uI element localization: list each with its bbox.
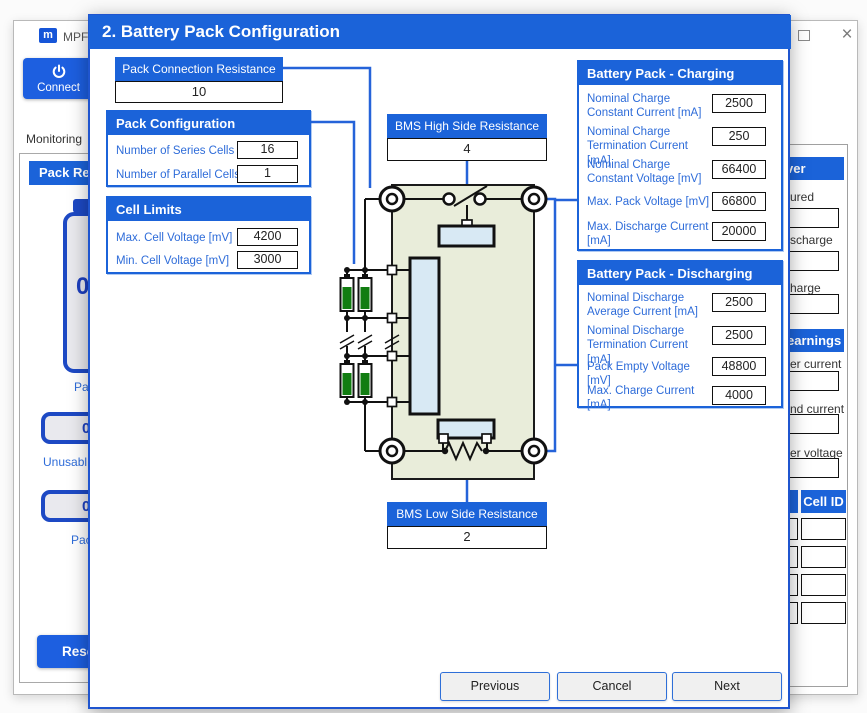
right-label-4: er current [790,357,841,371]
connect-label: Connect [37,82,80,94]
cell-table-cell[interactable] [801,574,846,596]
bms-high-side-label: BMS High Side Resistance [mΩ] [387,114,547,138]
pack-empty-voltage-input[interactable]: 48800 [712,357,766,376]
right-input-6[interactable] [786,458,839,478]
right-input-1[interactable] [786,208,839,228]
nominal-discharge-termination-current-input[interactable]: 2500 [712,326,766,345]
max-pack-voltage-label: Max. Pack Voltage [mV] [587,195,711,209]
switch-contact [475,194,486,205]
series-cells-input[interactable]: 16 [237,141,298,159]
max-discharge-current-label: Max. Discharge Current [mA] [587,220,711,249]
switch-nub [462,220,472,226]
battery-pack-config-dialog: 2. Battery Pack Configuration [88,14,790,709]
high-side-fet-block [439,226,494,246]
max-cell-voltage-input[interactable]: 4200 [237,228,298,246]
shunt-resistor [445,443,482,459]
cell-table-cell[interactable] [801,518,846,540]
pack-configuration-header: Pack Configuration [108,112,309,135]
right-label-3: harge [790,281,821,295]
tab-monitoring[interactable]: Monitoring [26,132,82,146]
charging-header: Battery Pack - Charging [579,62,781,85]
next-button[interactable]: Next [672,672,782,701]
cell-limits-panel: Cell Limits Max. Cell Voltage [mV] 4200 … [106,196,311,274]
stat-box-1-label: Unusabl [43,455,87,469]
nominal-discharge-average-current-label: Nominal Discharge Average Current [mA] [587,291,711,320]
max-charge-current-label: Max. Charge Current [mA] [587,384,711,413]
max-charge-current-input[interactable]: 4000 [712,386,766,405]
max-pack-voltage-input[interactable]: 66800 [712,192,766,211]
right-input-5[interactable] [786,414,839,434]
wiring [347,186,534,451]
max-cell-voltage-label: Max. Cell Voltage [mV] [116,231,232,245]
parallel-cells-label: Number of Parallel Cells [116,168,240,182]
switch-contact [444,194,455,205]
nominal-charge-constant-voltage-label: Nominal Charge Constant Voltage [mV] [587,158,711,187]
right-input-2[interactable] [786,251,839,271]
max-discharge-current-input[interactable]: 20000 [712,222,766,241]
nominal-charge-constant-current-label: Nominal Charge Constant Current [mA] [587,92,711,121]
cell-limits-header: Cell Limits [108,198,309,221]
close-icon[interactable]: × [836,24,858,46]
right-label-1: ured [790,190,814,204]
maximize-icon[interactable] [798,30,810,41]
charging-panel: Battery Pack - Charging Nominal Charge C… [577,60,783,251]
right-input-3[interactable] [786,294,839,314]
right-label-2: scharge [790,233,833,247]
cell-table-cell[interactable] [801,602,846,624]
pack-connection-resistance-label: Pack Connection Resistance [mΩ] [115,57,283,81]
pack-configuration-panel: Pack Configuration Number of Series Cell… [106,110,311,187]
cell-table-cell[interactable] [801,546,846,568]
cancel-button[interactable]: Cancel [557,672,667,701]
cell-tap-pins [388,266,397,407]
nominal-charge-constant-voltage-input[interactable]: 66400 [712,160,766,179]
connect-button[interactable]: Connect [23,58,94,99]
junction-dots [344,267,368,405]
bms-ic-block [410,258,439,414]
power-icon [51,64,67,80]
series-cells-label: Number of Series Cells [116,144,234,158]
discharging-panel: Battery Pack - Discharging Nominal Disch… [577,260,783,408]
previous-button[interactable]: Previous [440,672,550,701]
bms-high-side-input[interactable]: 4 [387,138,547,161]
pack-terminals [380,187,546,463]
discharging-header: Battery Pack - Discharging [579,262,781,285]
min-cell-voltage-label: Min. Cell Voltage [mV] [116,254,229,268]
bms-low-side-input[interactable]: 2 [387,526,547,549]
parallel-cells-input[interactable]: 1 [237,165,298,183]
nominal-charge-constant-current-input[interactable]: 2500 [712,94,766,113]
min-cell-voltage-input[interactable]: 3000 [237,251,298,269]
break-marks [340,335,399,349]
right-input-4[interactable] [786,371,839,391]
nominal-charge-termination-current-input[interactable]: 250 [712,127,766,146]
bms-board [392,185,534,479]
pack-connection-resistance-input[interactable]: 10 [115,81,283,103]
cell-id-header: Cell ID [801,490,846,513]
low-side-block [438,420,494,438]
nominal-discharge-average-current-input[interactable]: 2500 [712,293,766,312]
dialog-title: 2. Battery Pack Configuration [89,15,791,49]
battery-cells [341,267,372,405]
mps-logo: m [39,28,57,43]
bms-low-side-label: BMS Low Side Resistance [mΩ] [387,502,547,526]
